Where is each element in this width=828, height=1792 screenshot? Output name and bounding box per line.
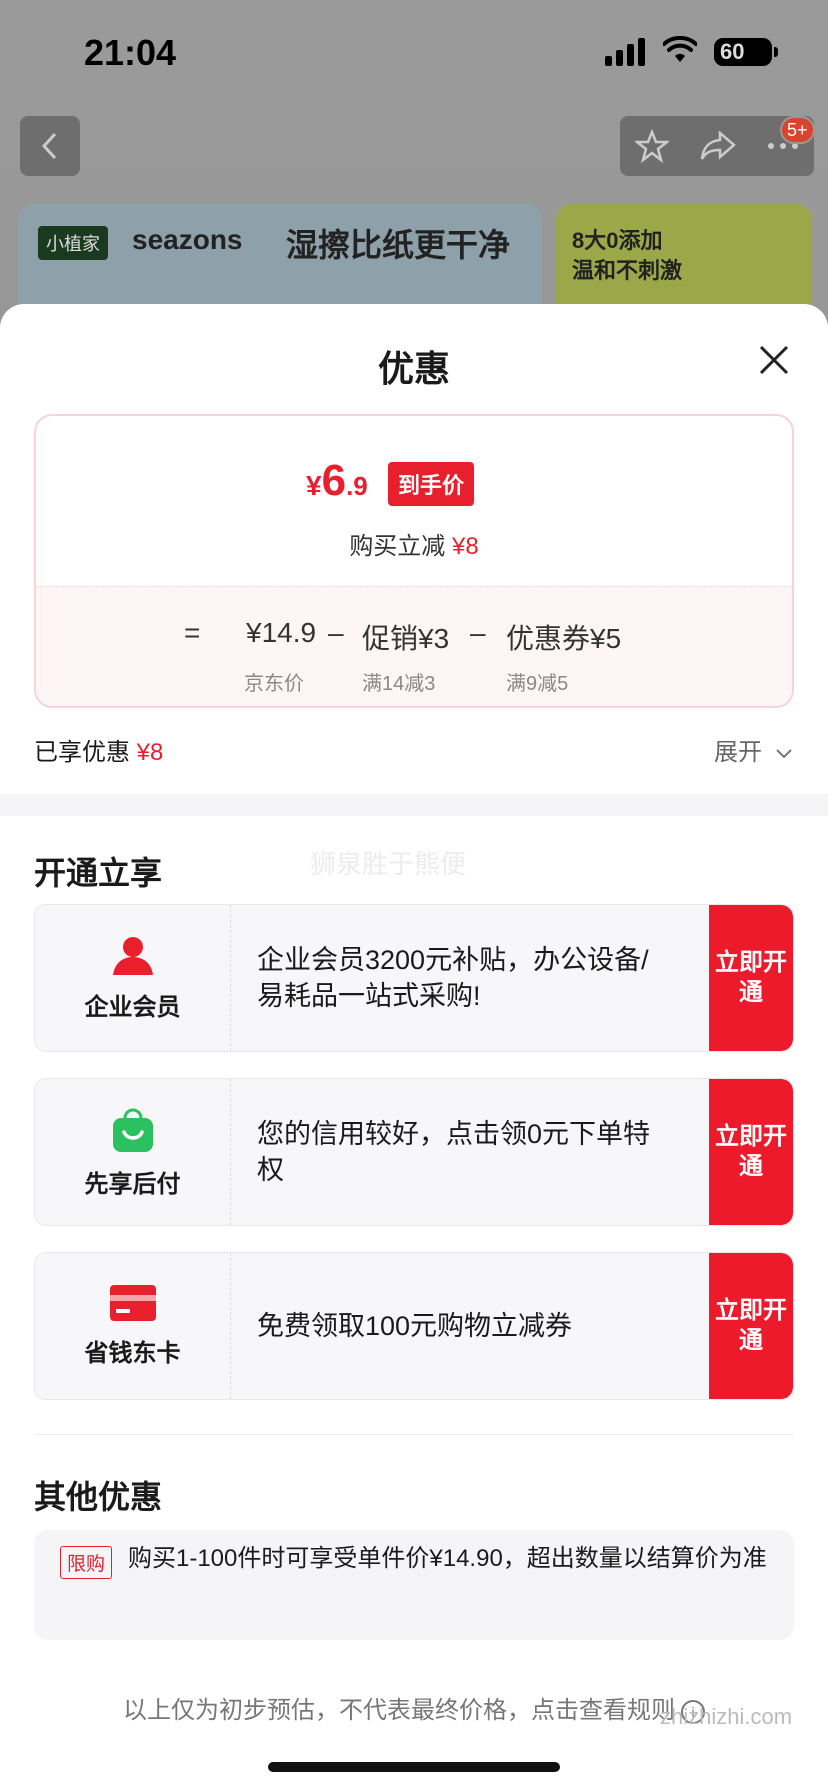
close-icon[interactable] [756, 342, 792, 378]
expand-label: 展开 [714, 739, 762, 766]
final-price-tag: 到手价 [388, 462, 475, 506]
brand-name: seazons [132, 224, 243, 255]
brand-logo: 小植家 [38, 226, 108, 260]
status-time: 21:04 [84, 32, 177, 73]
price-integer: 6 [321, 456, 347, 505]
banner-slogan: 湿擦比纸更干净 [286, 227, 511, 263]
formula-promotion: 促销¥3 [362, 623, 450, 654]
offer-card-savings-card: 省钱东卡 免费领取100元购物立减券 立即开通 [34, 1252, 794, 1400]
final-price-area: ¥ 6 .9 到手价 购买立减 ¥8 [36, 416, 792, 586]
limit-description: 购买1-100件时可享受单件价¥14.90，超出数量以结算价为准 [128, 1545, 767, 1572]
formula-promotion-label: 满14减3 [362, 673, 436, 695]
formula-coupon-label: 满9减5 [506, 673, 569, 695]
final-price: ¥ 6 .9 [306, 456, 368, 506]
formula-minus-1: – [328, 617, 344, 648]
back-button[interactable] [20, 116, 80, 176]
share-icon[interactable] [700, 131, 736, 161]
site-watermark: zhizhizhi.com [660, 1704, 793, 1729]
chevron-left-icon [41, 132, 57, 160]
battery-icon: 60 [714, 38, 778, 66]
cellular-signal-icon [605, 38, 645, 66]
expand-button[interactable]: 展开 [714, 732, 793, 767]
price-formula: = ¥14.9 京东价 – 促销¥3 满14减3 – 优惠券¥5 满9减5 [36, 586, 792, 706]
offer-name: 省钱东卡 [84, 1339, 181, 1367]
watermark-text: 狮泉胜于熊便 [310, 849, 467, 879]
currency-symbol: ¥ [306, 470, 322, 501]
formula-equals: = [184, 617, 201, 648]
banner-side-line1: 8大0添加 [572, 228, 663, 253]
offer-left: 企业会员 [35, 905, 231, 1051]
shopping-bag-icon [112, 1108, 153, 1152]
offer-description: 您的信用较好，点击领0元下单特权 [257, 1119, 651, 1185]
formula-base-label: 京东价 [244, 673, 304, 695]
offer-left: 省钱东卡 [35, 1253, 231, 1399]
discount-sheet: 优惠 ¥ 6 .9 到手价 购买立减 ¥8 = ¥14.9 京东价 – 促销¥3… [0, 304, 828, 1792]
open-now-button[interactable]: 立即开通 [709, 1079, 793, 1225]
offer-description: 企业会员3200元补贴，办公设备/易耗品一站式采购! [257, 945, 649, 1011]
formula-base-price: ¥14.9 [246, 617, 317, 648]
formula-minus-2: – [470, 617, 486, 648]
offer-left: 先享后付 [35, 1079, 231, 1225]
instant-discount: 购买立减 ¥8 [36, 526, 792, 561]
status-bar: 21:04 60 [0, 0, 828, 110]
enjoyed-discount: 已享优惠 ¥8 [34, 732, 163, 767]
enterprise-member-icon [112, 936, 153, 975]
open-now-button[interactable]: 立即开通 [709, 1253, 793, 1399]
instant-discount-label: 购买立减 [349, 533, 446, 560]
formula-coupon: 优惠券¥5 [506, 623, 622, 654]
enjoyed-value: ¥8 [136, 739, 164, 766]
instant-discount-value: ¥8 [451, 533, 479, 560]
open-section-title: 开通立享 [34, 855, 163, 891]
home-indicator [268, 1762, 560, 1772]
offer-name: 先享后付 [84, 1170, 181, 1198]
price-breakdown-card: ¥ 6 .9 到手价 购买立减 ¥8 = ¥14.9 京东价 – 促销¥3 满1… [34, 414, 794, 708]
offer-card-pay-later: 先享后付 您的信用较好，点击领0元下单特权 立即开通 [34, 1078, 794, 1226]
wifi-icon [663, 36, 697, 62]
other-section-title: 其他优惠 [34, 1479, 163, 1515]
limit-tag: 限购 [60, 1546, 113, 1579]
offer-card-enterprise: 企业会员 企业会员3200元补贴，办公设备/易耗品一站式采购! 立即开通 [34, 904, 794, 1052]
open-now-button[interactable]: 立即开通 [709, 905, 793, 1051]
sheet-title: 优惠 [377, 348, 450, 389]
price-decimal: .9 [346, 471, 368, 501]
message-badge: 5+ [780, 116, 815, 144]
enjoyed-label: 已享优惠 [34, 739, 130, 766]
divider [34, 1434, 794, 1435]
rules-text: 以上仅为初步预估，不代表最终价格，点击查看规则 [123, 1697, 675, 1724]
section-separator [0, 794, 828, 816]
star-icon[interactable] [635, 129, 670, 163]
chevron-down-icon [775, 748, 792, 759]
offer-name: 企业会员 [84, 993, 181, 1021]
banner-side-text: 8大0添加 温和不刺激 [572, 226, 682, 286]
purchase-limit-card: 限购 购买1-100件时可享受单件价¥14.90，超出数量以结算价为准 [34, 1530, 794, 1640]
card-icon [109, 1284, 156, 1321]
banner-side-line2: 温和不刺激 [572, 258, 683, 283]
offer-description: 免费领取100元购物立减券 [257, 1311, 573, 1341]
